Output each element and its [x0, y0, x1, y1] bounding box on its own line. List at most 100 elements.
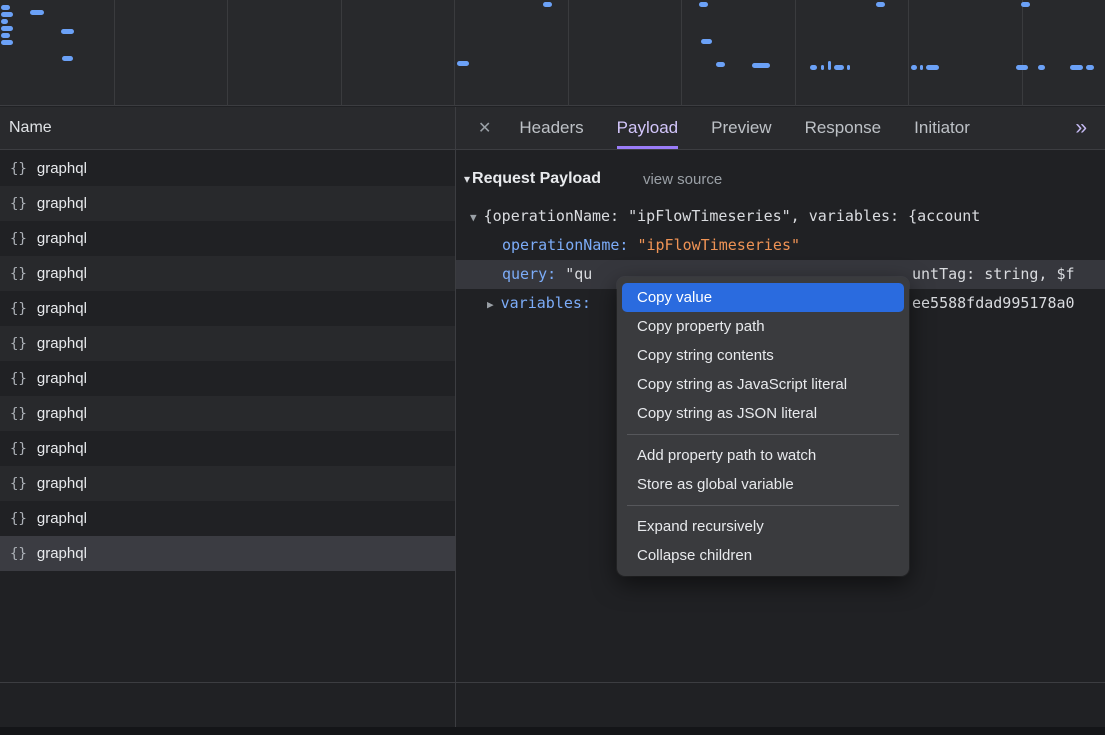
json-braces-icon: {} [10, 196, 27, 212]
more-tabs-icon[interactable]: » [1075, 116, 1087, 140]
timeline-request-bar [1021, 2, 1030, 7]
request-row[interactable]: {} graphql [0, 361, 455, 396]
menu-item-add-property-path-to-watch[interactable]: Add property path to watch [622, 441, 904, 470]
tab-response[interactable]: Response [805, 107, 882, 149]
menu-item-copy-string-contents[interactable]: Copy string contents [622, 341, 904, 370]
network-overview-timeline[interactable] [0, 0, 1105, 106]
timeline-gridline [795, 0, 796, 106]
timeline-request-bar [62, 56, 73, 61]
request-row[interactable]: {}graphql [0, 466, 455, 501]
timeline-request-bar [1038, 65, 1045, 70]
request-row[interactable]: {} graphql [0, 326, 455, 361]
property-key: operationName: [502, 236, 637, 254]
payload-preview-text: {operationName: "ipFlowTimeseries", vari… [484, 207, 981, 225]
payload-root-row[interactable]: ▼ {operationName: "ipFlowTimeseries", var… [456, 202, 1105, 231]
timeline-request-bar [911, 65, 917, 70]
timeline-request-bar [701, 39, 712, 44]
json-braces-icon: {} [10, 161, 27, 177]
json-braces-icon: {} [10, 266, 27, 282]
request-row[interactable]: {}graphql [0, 501, 455, 536]
request-name-label: graphql [37, 545, 87, 562]
timeline-request-bar [1, 33, 10, 38]
request-row[interactable]: {}graphql [0, 186, 455, 221]
json-braces-icon: {} [10, 511, 27, 527]
view-source-link[interactable]: view source [643, 171, 722, 188]
details-tabs: Headers Payload Preview Response Initiator [519, 107, 969, 149]
json-braces-icon: {} [10, 546, 27, 562]
json-braces-icon: {} [10, 336, 27, 352]
request-row[interactable]: {} graphql [0, 151, 455, 186]
section-title: Request Payload [472, 170, 601, 188]
timeline-request-bar [920, 65, 923, 70]
json-braces-icon: {} [10, 231, 27, 247]
payload-row-operation-name[interactable]: operationName: "ipFlowTimeseries" [456, 231, 1105, 260]
timeline-request-bar [543, 2, 552, 7]
json-braces-icon: {} [10, 301, 27, 317]
request-list: {} graphql {} graphql {} graphql {} graphql {} gr… [0, 151, 455, 571]
timeline-request-bar [926, 65, 939, 70]
tab-preview[interactable]: Preview [711, 107, 771, 149]
timeline-gridline [454, 0, 455, 106]
timeline-request-bar [834, 65, 844, 70]
request-name-label: graphql [37, 335, 87, 352]
menu-item-copy-property-path[interactable]: Copy property path [622, 312, 904, 341]
context-menu: Copy valueCopy property pathCopy string … [617, 277, 909, 576]
timeline-request-bar [828, 61, 831, 70]
expand-caret-icon[interactable]: ▼ [470, 211, 477, 224]
property-value-right: ee5588fdad995178a0 [912, 289, 1075, 318]
timeline-request-bar [876, 2, 885, 7]
timeline-gridline [341, 0, 342, 106]
timeline-request-bar [752, 63, 770, 68]
tab-payload[interactable]: Payload [617, 107, 678, 149]
request-name-label: graphql [37, 230, 87, 247]
request-row[interactable]: {}graphql [0, 256, 455, 291]
timeline-request-bar [1086, 65, 1094, 70]
json-braces-icon: {} [10, 441, 27, 457]
timeline-request-bar [810, 65, 817, 70]
timeline-request-bar [1070, 65, 1083, 70]
section-collapse-caret-icon[interactable]: ▾ [464, 172, 470, 186]
timeline-request-bar [699, 2, 708, 7]
tab-initiator[interactable]: Initiator [914, 107, 970, 149]
menu-item-copy-string-as-json-literal[interactable]: Copy string as JSON literal [622, 399, 904, 428]
tab-headers[interactable]: Headers [519, 107, 583, 149]
request-row[interactable]: {} graphql [0, 431, 455, 466]
json-braces-icon: {} [10, 406, 27, 422]
property-value-right: untTag: string, $f [912, 260, 1075, 289]
request-row[interactable]: {}graphql [0, 396, 455, 431]
timeline-request-bar [1, 40, 13, 45]
timeline-gridline [114, 0, 115, 106]
property-key: variables: [501, 294, 591, 312]
menu-item-copy-value[interactable]: Copy value [622, 283, 904, 312]
request-row[interactable]: {} graphql [0, 221, 455, 256]
timeline-request-bar [457, 61, 469, 66]
timeline-gridline [908, 0, 909, 106]
name-column-header[interactable]: Name [0, 119, 52, 137]
request-name-label: graphql [37, 370, 87, 387]
timeline-request-bar [1, 5, 10, 10]
request-row[interactable]: {}graphql [0, 291, 455, 326]
footer-divider [0, 682, 1105, 683]
timeline-request-bar [1, 12, 13, 17]
request-payload-section-header: ▾ Request Payload view source [456, 164, 1105, 194]
property-value-left: "qu [565, 265, 592, 283]
timeline-request-bar [1, 26, 13, 31]
timeline-request-bar [61, 29, 74, 34]
menu-item-expand-recursively[interactable]: Expand recursively [622, 512, 904, 541]
timeline-request-bar [716, 62, 725, 67]
property-key: query: [502, 265, 565, 283]
request-name-label: graphql [37, 440, 87, 457]
request-row[interactable]: {} graphql [0, 536, 455, 571]
json-braces-icon: {} [10, 371, 27, 387]
details-tabs-bar: ✕ Headers Payload Preview Response Initiator… [456, 107, 1105, 150]
menu-divider [627, 434, 899, 435]
expand-caret-icon[interactable]: ▶ [487, 298, 494, 311]
menu-item-copy-string-as-javascript-literal[interactable]: Copy string as JavaScript literal [622, 370, 904, 399]
json-braces-icon: {} [10, 476, 27, 492]
request-name-label: graphql [37, 160, 87, 177]
timeline-gridline [227, 0, 228, 106]
menu-item-collapse-children[interactable]: Collapse children [622, 541, 904, 570]
menu-item-store-as-global-variable[interactable]: Store as global variable [622, 470, 904, 499]
close-icon[interactable]: ✕ [478, 118, 491, 138]
panel-divider[interactable] [455, 107, 456, 735]
